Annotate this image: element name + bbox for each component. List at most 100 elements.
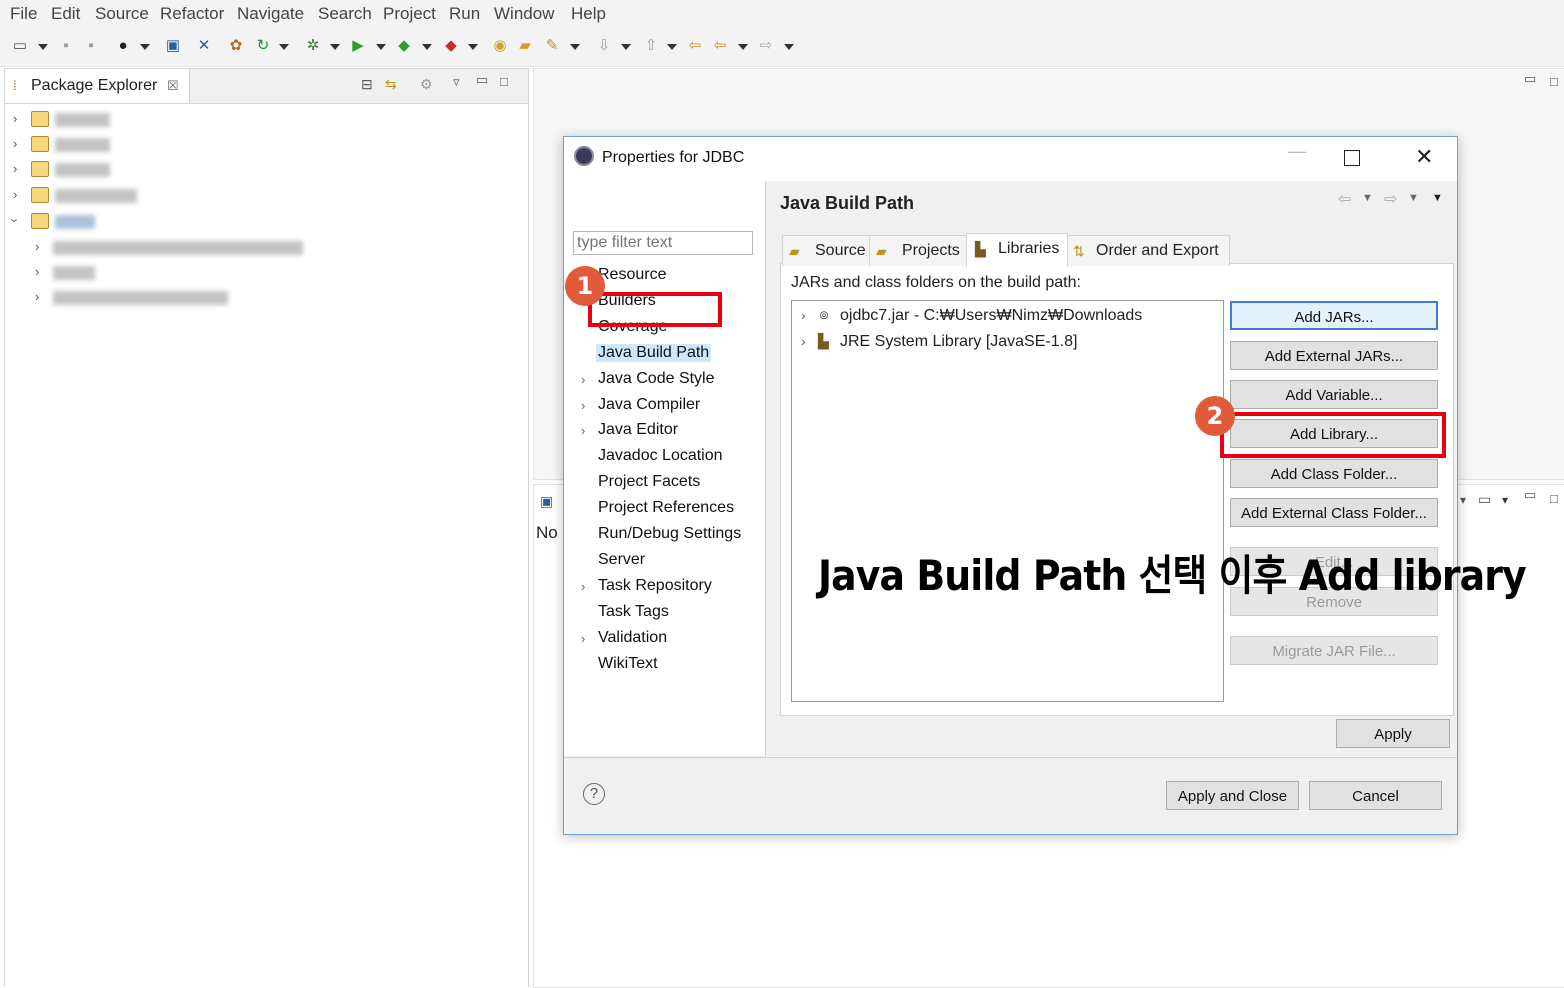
forward-icon[interactable]: ⇨	[758, 38, 774, 54]
chevron-right-icon[interactable]: ›	[13, 187, 17, 202]
chevron-right-icon[interactable]: ›	[581, 631, 585, 646]
chevron-right-icon[interactable]: ›	[35, 289, 39, 304]
apply-and-close-button[interactable]: Apply and Close	[1166, 781, 1299, 810]
collapse-all-icon[interactable]: ⊟	[361, 76, 373, 93]
tree-item[interactable]: ›	[8, 211, 213, 233]
debug-dropdown-icon[interactable]	[330, 44, 340, 50]
chevron-right-icon[interactable]: ›	[581, 579, 585, 594]
new-dropdown-icon[interactable]	[38, 44, 48, 50]
menu-project[interactable]: Project	[383, 4, 436, 24]
console-icon[interactable]: ▣	[165, 38, 181, 54]
chevron-down-icon[interactable]: ›	[8, 218, 23, 222]
migrate-jar-button[interactable]: Migrate JAR File...	[1230, 636, 1438, 665]
chevron-right-icon[interactable]: ›	[13, 136, 17, 151]
filter-input[interactable]	[573, 231, 753, 255]
coverage-icon[interactable]: ◆	[396, 38, 412, 54]
package-explorer-tab[interactable]: ⁞ Package Explorer ☒	[5, 69, 190, 103]
add-class-folder-button[interactable]: Add Class Folder...	[1230, 459, 1438, 488]
chevron-down-icon[interactable]: ▾	[1502, 493, 1508, 507]
menu-run[interactable]: Run	[449, 4, 480, 24]
add-variable-button[interactable]: Add Variable...	[1230, 380, 1438, 409]
maximize-icon[interactable]: □	[500, 74, 508, 89]
close-icon[interactable]: ✕	[1415, 144, 1433, 170]
tree-item[interactable]: ›	[35, 287, 255, 309]
tree-item[interactable]: ›	[13, 109, 213, 131]
profile-icon[interactable]: ●	[115, 38, 131, 54]
nav-item-java-code-style[interactable]: Java Code Style	[598, 370, 715, 388]
close-tab-icon[interactable]: ☒	[167, 78, 179, 94]
nav-item-java-editor[interactable]: Java Editor	[598, 421, 678, 439]
chevron-right-icon[interactable]: ›	[581, 398, 585, 413]
nav-item-task-repository[interactable]: Task Repository	[598, 577, 712, 595]
chevron-right-icon[interactable]: ›	[35, 264, 39, 279]
tab-order-and-export[interactable]: ⇅ Order and Export	[1067, 235, 1230, 266]
nav-item-server[interactable]: Server	[598, 551, 645, 569]
coverage-dropdown-icon[interactable]	[422, 44, 432, 50]
view-menu-icon[interactable]: ▿	[453, 74, 460, 90]
back-dropdown-icon[interactable]	[738, 44, 748, 50]
minimize-icon[interactable]: ▭	[1524, 487, 1536, 503]
back-icon[interactable]: ⇦	[712, 38, 728, 54]
prev-annotation-dropdown-icon[interactable]	[667, 44, 677, 50]
back-dropdown-icon[interactable]: ▼	[1362, 192, 1373, 204]
chevron-right-icon[interactable]: ›	[581, 372, 585, 387]
debug-icon[interactable]: ✲	[305, 38, 321, 54]
minimize-icon[interactable]: —	[1288, 141, 1306, 162]
list-item-jre[interactable]: › ▙ JRE System Library [JavaSE-1.8]	[792, 331, 1222, 355]
menu-help[interactable]: Help	[571, 4, 606, 24]
cancel-button[interactable]: Cancel	[1309, 781, 1442, 810]
menu-window[interactable]: Window	[494, 4, 554, 24]
menu-search[interactable]: Search	[318, 4, 372, 24]
chevron-right-icon[interactable]: ›	[13, 161, 17, 176]
last-edit-icon[interactable]: ⇦	[687, 38, 703, 54]
maximize-icon[interactable]: □	[1550, 74, 1558, 89]
tab-projects[interactable]: ▰ Projects	[869, 235, 967, 266]
nav-item-resource[interactable]: Resource	[598, 266, 666, 284]
nav-item-run-debug-settings[interactable]: Run/Debug Settings	[598, 525, 741, 543]
forward-dropdown-icon[interactable]: ▼	[1408, 192, 1419, 204]
server-icon[interactable]: ✿	[228, 38, 244, 54]
nav-item-project-references[interactable]: Project References	[598, 499, 734, 517]
next-annotation-dropdown-icon[interactable]	[621, 44, 631, 50]
chevron-right-icon[interactable]: ›	[801, 307, 806, 323]
back-icon[interactable]: ⇦	[1338, 189, 1351, 209]
skip-breakpoints-icon[interactable]: ✕	[196, 38, 212, 54]
prev-annotation-icon[interactable]: ⇧	[643, 38, 659, 54]
tab-libraries[interactable]: ▙ Libraries	[966, 233, 1068, 267]
nav-item-task-tags[interactable]: Task Tags	[598, 603, 669, 621]
maximize-icon[interactable]	[1344, 150, 1360, 166]
nav-item-java-build-path[interactable]: Java Build Path	[596, 343, 712, 362]
chevron-right-icon[interactable]: ›	[801, 333, 806, 349]
menu-source[interactable]: Source	[95, 4, 149, 24]
add-external-class-folder-button[interactable]: Add External Class Folder...	[1230, 498, 1438, 527]
view-menu-icon[interactable]: ▾	[1460, 493, 1466, 507]
forward-icon[interactable]: ⇨	[1384, 189, 1397, 209]
open-console-icon[interactable]: ▭	[1478, 491, 1491, 508]
menu-file[interactable]: File	[10, 4, 37, 24]
list-item-ojdbc7[interactable]: › ⊚ ojdbc7.jar - C:₩Users₩Nimz₩Downloads	[792, 305, 1222, 329]
run-icon[interactable]: ▶	[350, 38, 366, 54]
tree-item[interactable]: ›	[13, 134, 213, 156]
pencil-icon[interactable]: ✎	[544, 38, 560, 54]
tree-item[interactable]: ›	[35, 262, 235, 284]
new-icon[interactable]: ▭	[12, 38, 28, 54]
chevron-right-icon[interactable]: ›	[13, 111, 17, 126]
tab-source[interactable]: ▰ Source	[782, 235, 870, 266]
view-menu-icon[interactable]: ▼	[1432, 192, 1443, 204]
help-icon[interactable]: ?	[583, 783, 605, 805]
menu-edit[interactable]: Edit	[51, 4, 80, 24]
console-icon[interactable]: ▣	[540, 493, 553, 510]
menu-navigate[interactable]: Navigate	[237, 4, 304, 24]
nav-item-wikitext[interactable]: WikiText	[598, 655, 658, 673]
forward-dropdown-icon[interactable]	[784, 44, 794, 50]
refresh-icon[interactable]: ↻	[255, 38, 271, 54]
menu-refactor[interactable]: Refactor	[160, 4, 224, 24]
add-jars-button[interactable]: Add JARs...	[1230, 301, 1438, 330]
minimize-icon[interactable]: ▭	[1524, 71, 1536, 87]
add-external-jars-button[interactable]: Add External JARs...	[1230, 341, 1438, 370]
save-all-icon[interactable]: ▪	[83, 38, 99, 54]
open-folder-icon[interactable]: ▰	[517, 38, 533, 54]
profile-dropdown-icon[interactable]	[140, 44, 150, 50]
external-tools-icon[interactable]: ◆	[443, 38, 459, 54]
chevron-right-icon[interactable]: ›	[581, 423, 585, 438]
